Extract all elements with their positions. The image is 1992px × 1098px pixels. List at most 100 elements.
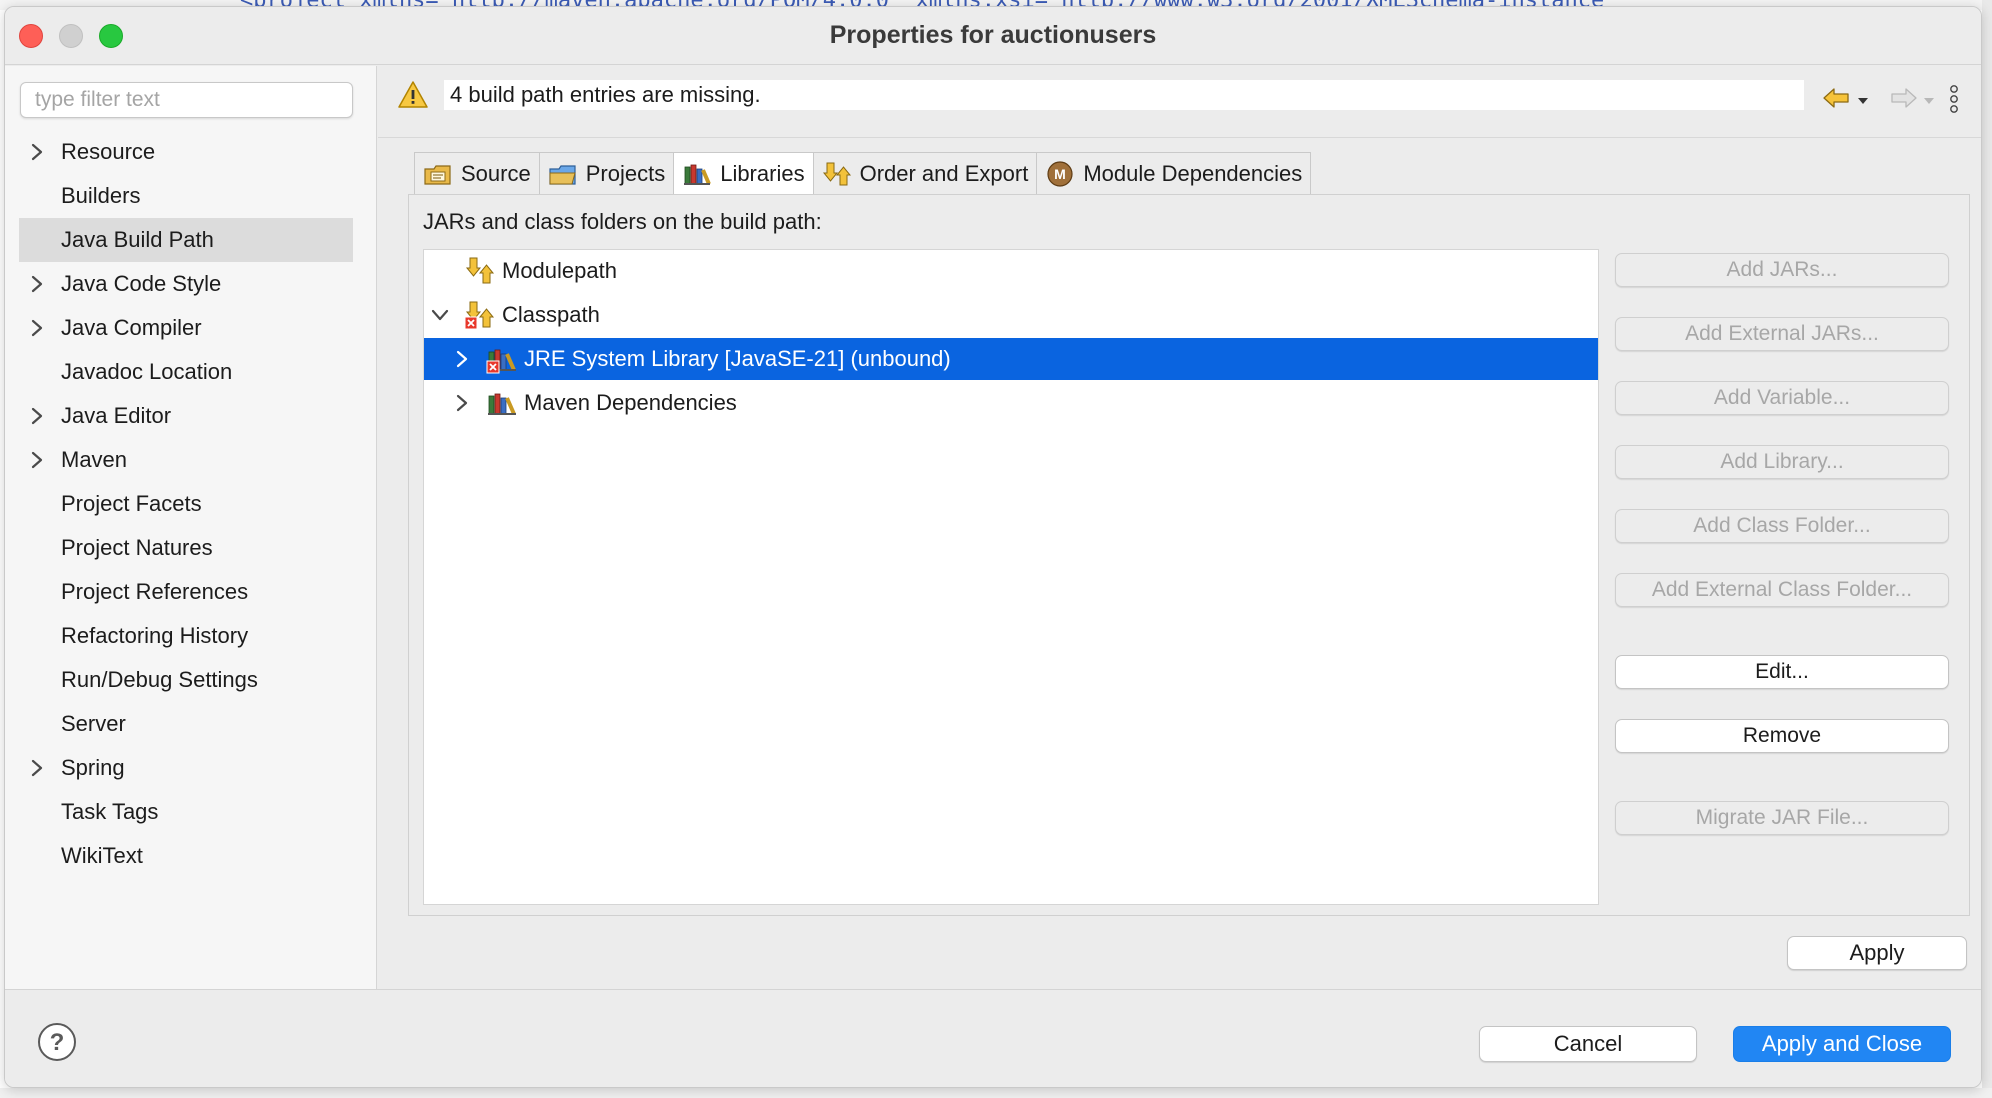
- nav-item-project-facets[interactable]: Project Facets: [19, 482, 353, 526]
- add-external-jars-button[interactable]: Add External JARs...: [1615, 317, 1949, 351]
- nav-item-label: Builders: [61, 183, 141, 208]
- chevron-right-icon[interactable]: [27, 394, 47, 438]
- nav-item-server[interactable]: Server: [19, 702, 353, 746]
- nav-item-label: Project Natures: [61, 535, 213, 560]
- nav-item-refactoring-history[interactable]: Refactoring History: [19, 614, 353, 658]
- tree-row-modulepath[interactable]: Modulepath: [424, 250, 1598, 292]
- preference-navigation-panel: Resource Builders Java Build Path Java Code…: [5, 66, 377, 989]
- nav-item-label: Java Build Path: [61, 227, 214, 252]
- add-library-button[interactable]: Add Library...: [1615, 445, 1949, 479]
- svg-text:M: M: [1054, 166, 1066, 182]
- nav-item-spring[interactable]: Spring: [19, 746, 353, 790]
- tree-row-label: Classpath: [502, 302, 600, 327]
- section-label: JARs and class folders on the build path…: [423, 209, 822, 234]
- dialog-footer: ? Cancel Apply and Close: [5, 989, 1981, 1087]
- tree-row-label: Modulepath: [502, 258, 617, 283]
- tab-libraries[interactable]: Libraries: [673, 152, 813, 194]
- chevron-right-icon[interactable]: [27, 306, 47, 350]
- nav-item-label: Spring: [61, 755, 125, 780]
- message-text: 4 build path entries are missing.: [444, 80, 1804, 110]
- back-dropdown-chevron-icon[interactable]: [1858, 92, 1868, 110]
- tab-projects[interactable]: Projects: [538, 152, 674, 194]
- source-folder-icon: [423, 160, 453, 188]
- nav-item-java-code-style[interactable]: Java Code Style: [19, 262, 353, 306]
- tree-row-maven-dependencies[interactable]: Maven Dependencies: [424, 382, 1598, 424]
- remove-button[interactable]: Remove: [1615, 719, 1949, 753]
- tab-order-and-export[interactable]: Order and Export: [812, 152, 1037, 194]
- nav-item-label: Java Editor: [61, 403, 172, 428]
- module-icon: M: [1045, 160, 1075, 188]
- build-path-tabs: Source Projects Libraries Order and Export M…: [414, 152, 1312, 194]
- nav-item-task-tags[interactable]: Task Tags: [19, 790, 353, 834]
- nav-item-java-compiler[interactable]: Java Compiler: [19, 306, 353, 350]
- filter-input[interactable]: [20, 82, 353, 118]
- forward-arrow-icon[interactable]: [1888, 86, 1918, 115]
- apply-button[interactable]: Apply: [1787, 936, 1967, 970]
- apply-and-close-button[interactable]: Apply and Close: [1733, 1026, 1951, 1062]
- libraries-tab-panel: JARs and class folders on the build path…: [408, 194, 1970, 916]
- tab-label: Order and Export: [859, 160, 1029, 186]
- nav-item-label: Maven: [61, 447, 128, 472]
- nav-item-label: Project Facets: [61, 491, 202, 516]
- properties-dialog: Properties for auctionusers Resource Buil…: [4, 6, 1982, 1088]
- add-class-folder-button[interactable]: Add Class Folder...: [1615, 509, 1949, 543]
- properties-content: 4 build path entries are missing. Source…: [378, 66, 1981, 989]
- tab-module-dependencies[interactable]: M Module Dependencies: [1036, 152, 1312, 194]
- libraries-icon: [682, 160, 712, 188]
- help-icon[interactable]: ?: [37, 1022, 77, 1067]
- nav-item-label: Task Tags: [61, 799, 159, 824]
- build-path-tree: Modulepath Classpath JRE System Library [J…: [423, 249, 1599, 905]
- forward-dropdown-chevron-icon[interactable]: [1924, 92, 1934, 110]
- chevron-right-icon[interactable]: [452, 338, 472, 380]
- edit-button[interactable]: Edit...: [1615, 655, 1949, 689]
- nav-item-label: Javadoc Location: [61, 359, 233, 384]
- tree-row-label: JRE System Library [JavaSE-21] (unbound): [524, 346, 951, 371]
- tab-label: Libraries: [720, 160, 805, 186]
- nav-item-builders[interactable]: Builders: [19, 174, 353, 218]
- chevron-right-icon[interactable]: [27, 746, 47, 790]
- nav-item-java-build-path[interactable]: Java Build Path: [19, 218, 353, 262]
- library-icon: [486, 388, 518, 418]
- nav-item-label: Java Compiler: [61, 315, 202, 340]
- tree-row-classpath[interactable]: Classpath: [424, 294, 1598, 336]
- chevron-right-icon[interactable]: [452, 382, 472, 424]
- library-error-icon: [486, 344, 518, 374]
- window-title: Properties for auctionusers: [829, 21, 1157, 49]
- nav-item-label: Refactoring History: [61, 623, 249, 648]
- nav-item-project-references[interactable]: Project References: [19, 570, 353, 614]
- background-window-edge: [1982, 0, 1992, 1098]
- tab-source[interactable]: Source: [414, 152, 539, 194]
- nav-item-label: Project References: [61, 579, 249, 604]
- chevron-right-icon[interactable]: [27, 130, 47, 174]
- svg-text:?: ?: [50, 1029, 65, 1056]
- nav-item-java-editor[interactable]: Java Editor: [19, 394, 353, 438]
- tab-label: Projects: [585, 160, 666, 186]
- tree-row-jre-system-library-javase-21-unbound[interactable]: JRE System Library [JavaSE-21] (unbound): [424, 338, 1598, 380]
- add-external-class-folder-button[interactable]: Add External Class Folder...: [1615, 573, 1949, 607]
- view-menu-icon[interactable]: [1948, 84, 1960, 119]
- nav-item-javadoc-location[interactable]: Javadoc Location: [19, 350, 353, 394]
- title-bar: Properties for auctionusers: [5, 7, 1981, 65]
- preference-tree: Resource Builders Java Build Path Java Code…: [19, 130, 353, 878]
- cancel-button[interactable]: Cancel: [1479, 1026, 1697, 1062]
- message-bar: 4 build path entries are missing.: [378, 66, 1981, 138]
- nav-item-resource[interactable]: Resource: [19, 130, 353, 174]
- add-variable-button[interactable]: Add Variable...: [1615, 381, 1949, 415]
- nav-item-maven[interactable]: Maven: [19, 438, 353, 482]
- history-navigation: [1822, 86, 1934, 115]
- nav-item-label: Run/Debug Settings: [61, 667, 258, 692]
- tab-label: Source: [461, 160, 531, 186]
- nav-item-wikitext[interactable]: WikiText: [19, 834, 353, 878]
- projects-folder-icon: [548, 160, 578, 188]
- background-window-edge-bottom: [0, 1088, 1992, 1098]
- chevron-right-icon[interactable]: [27, 438, 47, 482]
- add-jars-button[interactable]: Add JARs...: [1615, 253, 1949, 287]
- back-arrow-icon[interactable]: [1822, 86, 1852, 115]
- order-export-icon: [822, 160, 852, 188]
- nav-item-project-natures[interactable]: Project Natures: [19, 526, 353, 570]
- nav-item-run-debug-settings[interactable]: Run/Debug Settings: [19, 658, 353, 702]
- migrate-jar-file-button[interactable]: Migrate JAR File...: [1615, 801, 1949, 835]
- chevron-down-icon[interactable]: [430, 294, 450, 336]
- chevron-right-icon[interactable]: [27, 262, 47, 306]
- nav-item-label: WikiText: [61, 843, 143, 868]
